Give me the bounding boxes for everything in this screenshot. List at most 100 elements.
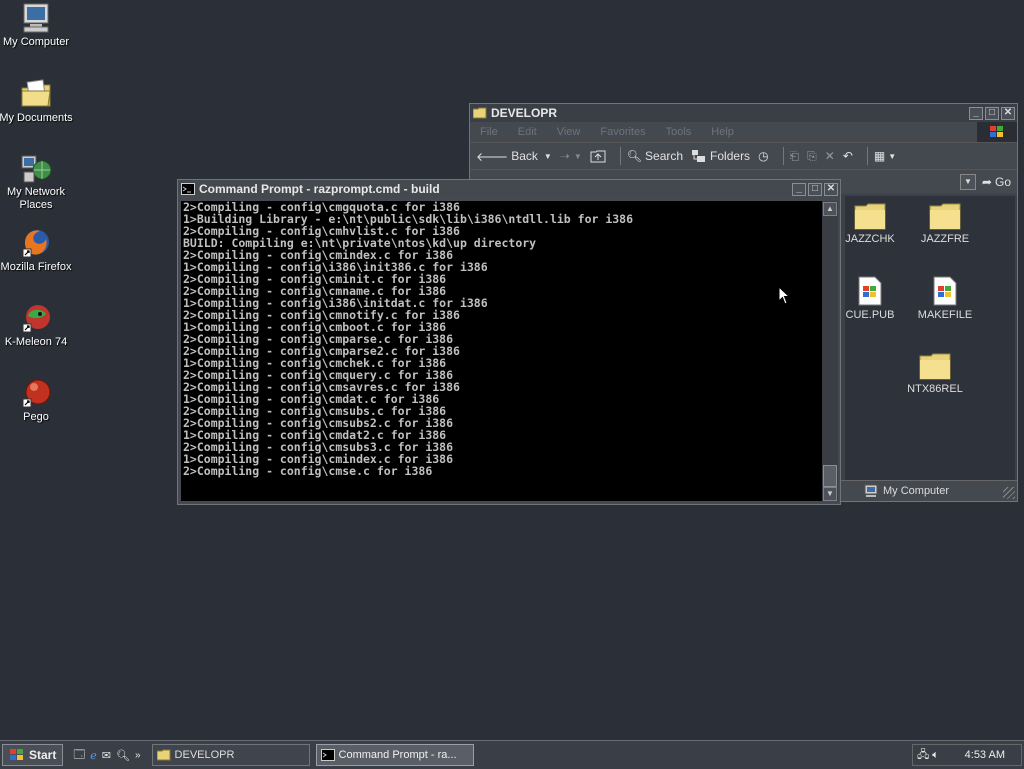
- search-button[interactable]: 🔍︎ Search: [627, 149, 683, 163]
- file-name: JAZZCHK: [845, 233, 895, 245]
- up-folder-icon: [590, 150, 606, 163]
- maximize-button[interactable]: □: [808, 182, 822, 196]
- folder-icon: [473, 107, 487, 119]
- move-to-icon: ⎗: [789, 148, 800, 163]
- maximize-button[interactable]: □: [985, 106, 999, 120]
- folders-button[interactable]: Folders: [691, 149, 750, 163]
- status-zone: My Computer: [863, 483, 949, 499]
- copy-to-icon: ⎘: [807, 148, 817, 163]
- documents-folder-icon: [21, 79, 51, 107]
- address-dropdown-button[interactable]: ▼: [959, 174, 976, 190]
- folder-icon: [919, 353, 951, 380]
- close-button[interactable]: ✕: [824, 182, 838, 196]
- task-label: Command Prompt - ra...: [338, 749, 457, 761]
- toolbar-separator: [619, 147, 621, 165]
- up-folder-button[interactable]: [590, 149, 606, 163]
- file-item-ntx86rel[interactable]: NTX86REL: [900, 352, 970, 395]
- network-globe-icon: [21, 155, 52, 183]
- start-button[interactable]: Start: [2, 744, 64, 766]
- folders-icon: [692, 150, 706, 162]
- status-zone-label: My Computer: [883, 485, 950, 497]
- show-desktop-icon[interactable]: 🗔: [73, 746, 85, 765]
- go-button[interactable]: ➦ Go: [982, 175, 1011, 189]
- forward-arrow-icon: ➝: [559, 149, 570, 163]
- windows-explorer-icon[interactable]: 🔍︎: [116, 749, 130, 762]
- taskbar-button-developr[interactable]: DEVELOPR: [151, 744, 310, 766]
- console-output[interactable]: 2>Compiling - config\cmgquota.c for i386…: [181, 201, 822, 501]
- file-item-jazzfre[interactable]: JAZZFRE: [910, 202, 980, 245]
- copy-to-button[interactable]: ⎘: [807, 149, 817, 164]
- command-prompt-icon: [320, 749, 335, 761]
- chevron-more-icon[interactable]: »: [135, 750, 141, 761]
- history-button[interactable]: ◷: [758, 149, 768, 163]
- explorer-title: DEVELOPR: [491, 106, 558, 120]
- start-label: Start: [29, 748, 57, 762]
- menu-help[interactable]: Help: [711, 126, 734, 138]
- back-button[interactable]: 🡐 Back ▼: [476, 149, 552, 164]
- pego-icon: [22, 379, 51, 408]
- menu-tools[interactable]: Tools: [666, 126, 692, 138]
- folder-icon: [156, 749, 171, 761]
- desktop-icon-label: K-Meleon 74: [4, 336, 68, 348]
- console-scrollbar[interactable]: ▲ ▼: [822, 201, 838, 501]
- scroll-thumb[interactable]: [823, 465, 837, 487]
- forward-button[interactable]: ➝ ▼: [560, 149, 582, 163]
- windows-logo-icon: [10, 749, 23, 760]
- go-arrow-icon: ➦: [981, 175, 992, 189]
- network-tray-icon[interactable]: 🖧: [917, 746, 929, 765]
- outlook-express-icon[interactable]: ✉: [102, 749, 111, 762]
- menu-edit[interactable]: Edit: [518, 126, 537, 138]
- delete-button[interactable]: ✕: [825, 149, 835, 163]
- menu-favorites[interactable]: Favorites: [600, 126, 645, 138]
- explorer-toolbar: 🡐 Back ▼ ➝ ▼ 🔍︎ Search Folders ◷ ⎗ ⎘ ✕ ↶: [470, 142, 1017, 169]
- command-prompt-icon: [181, 183, 195, 195]
- explorer-titlebar[interactable]: DEVELOPR _ □ ✕: [470, 104, 1017, 122]
- desktop-icon-label: My Computer: [2, 36, 70, 48]
- desktop-icon-mozilla-firefox[interactable]: Mozilla Firefox: [0, 227, 74, 274]
- volume-tray-icon[interactable]: 🔈︎: [932, 749, 939, 762]
- delete-icon: ✕: [824, 149, 835, 163]
- chevron-down-icon: ▼: [543, 151, 552, 161]
- menu-view[interactable]: View: [557, 126, 581, 138]
- desktop-icon-label: Mozilla Firefox: [0, 261, 72, 273]
- taskbar-button-command-prompt[interactable]: Command Prompt - ra...: [315, 744, 474, 766]
- chevron-down-icon: ▼: [888, 151, 897, 161]
- desktop-icon-label: My Documents: [0, 112, 73, 124]
- clock[interactable]: 4:53 AM: [965, 749, 1005, 761]
- desktop-icon-label: My Network Places: [6, 186, 66, 211]
- file-name: CUE.PUB: [845, 309, 895, 321]
- resize-grip-icon[interactable]: [1003, 487, 1015, 499]
- minimize-button[interactable]: _: [792, 182, 806, 196]
- file-item-makefile[interactable]: MAKEFILE: [910, 276, 980, 321]
- file-name: MAKEFILE: [917, 309, 973, 321]
- folder-icon: [854, 203, 886, 230]
- file-name: JAZZFRE: [920, 233, 970, 245]
- views-button[interactable]: ▦ ▼: [874, 149, 896, 163]
- file-name: NTX86REL: [907, 383, 963, 395]
- cmd-titlebar[interactable]: Command Prompt - razprompt.cmd - build _…: [178, 180, 840, 198]
- back-label: Back: [511, 149, 538, 163]
- scroll-down-button[interactable]: ▼: [823, 487, 837, 501]
- minimize-button[interactable]: _: [969, 106, 983, 120]
- firefox-icon: [22, 230, 49, 258]
- desktop-icon-pego[interactable]: Pego: [0, 377, 74, 424]
- scroll-up-button[interactable]: ▲: [823, 202, 837, 216]
- file-item-jazzchk[interactable]: JAZZCHK: [835, 202, 905, 245]
- undo-button[interactable]: ↶: [843, 149, 853, 163]
- history-icon: ◷: [758, 149, 769, 163]
- file-item-cue-pub[interactable]: CUE.PUB: [835, 276, 905, 321]
- my-computer-icon: [864, 484, 878, 497]
- desktop-icon-my-documents[interactable]: My Documents: [0, 78, 74, 125]
- undo-icon: ↶: [842, 149, 853, 163]
- folder-icon: [929, 203, 961, 230]
- command-prompt-window[interactable]: Command Prompt - razprompt.cmd - build _…: [177, 179, 841, 505]
- close-button[interactable]: ✕: [1001, 106, 1015, 120]
- desktop-icon-my-network-places[interactable]: My Network Places: [0, 152, 74, 212]
- desktop-icon-k-meleon[interactable]: K-Meleon 74: [0, 302, 74, 349]
- menu-file[interactable]: File: [480, 126, 498, 138]
- windows-logo-icon: [977, 122, 1017, 142]
- desktop-icon-my-computer[interactable]: My Computer: [0, 2, 74, 49]
- internet-explorer-icon[interactable]: ℯ: [90, 749, 97, 762]
- quick-launch: 🗔 ℯ ✉ 🔍︎ »: [73, 746, 145, 765]
- move-to-button[interactable]: ⎗: [790, 149, 800, 164]
